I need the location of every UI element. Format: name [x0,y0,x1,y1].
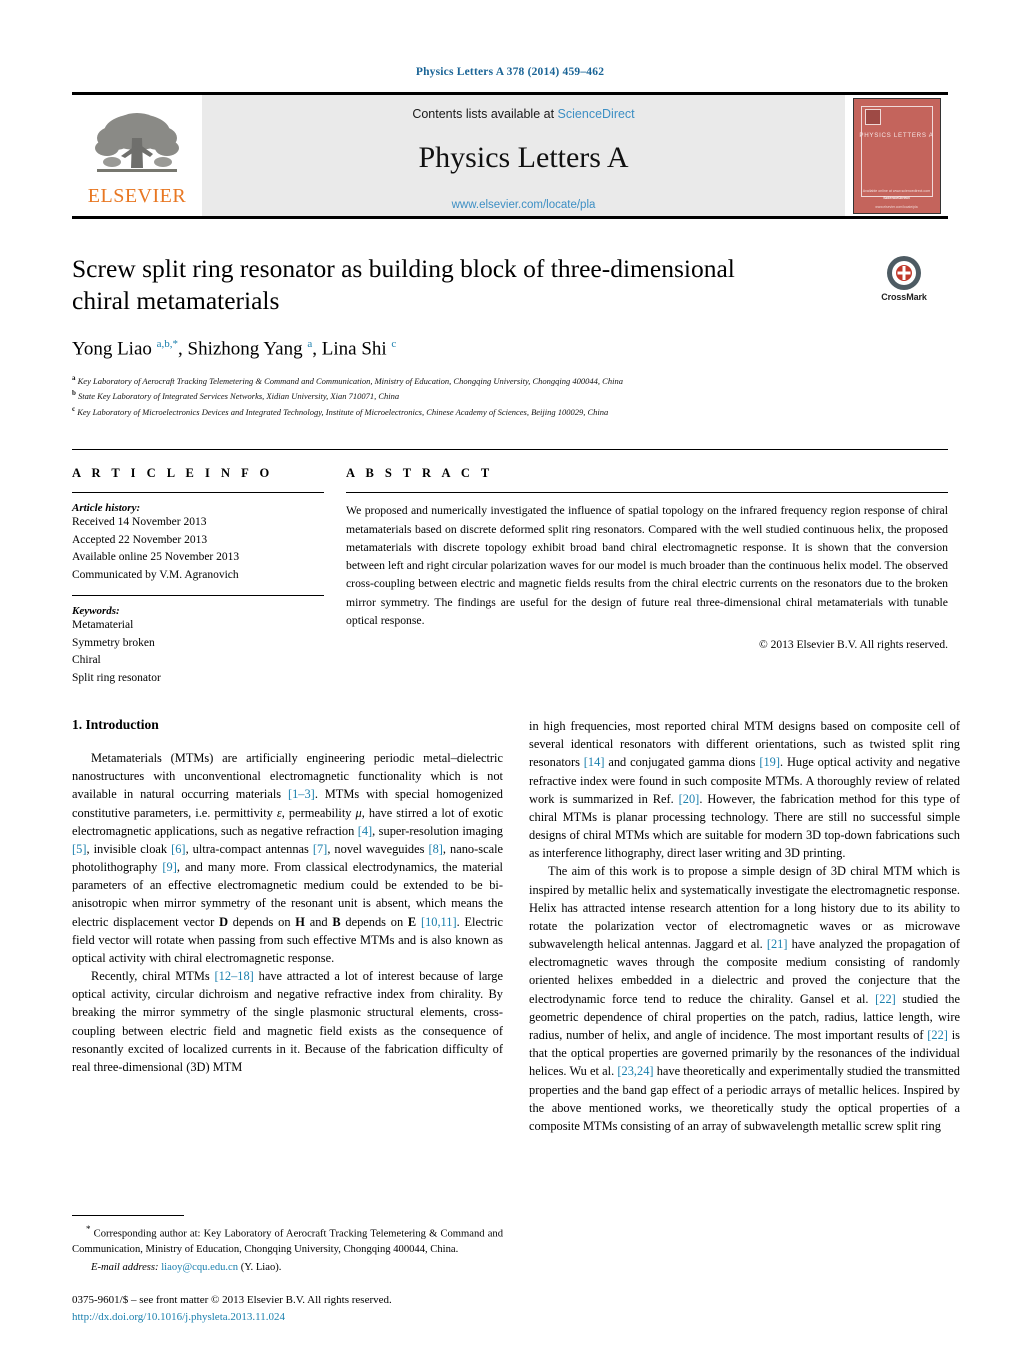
journal-masthead: ELSEVIER Contents lists available at Sci… [72,92,948,219]
keywords-label: Keywords: [72,605,120,618]
footnote-divider [72,1214,184,1216]
crossmark-icon [887,256,921,290]
keyword-item: Symmetry broken [72,636,155,649]
email-owner: (Y. Liao). [240,1262,282,1273]
affiliation-item: a Key Laboratory of Aerocraft Tracking T… [72,373,948,389]
elsevier-tree-icon [95,112,179,172]
keyword-item: Split ring resonator [72,671,161,684]
affiliation-mark: b [72,389,76,398]
paper-page: Physics Letters A 378 (2014) 459–462 ELS… [0,0,1020,1351]
email-note: E-mail address: liaoy@cqu.edu.cn (Y. Lia… [72,1262,503,1273]
cover-footer-small: Available online at www.sciencedirect.co… [862,188,931,193]
info-abstract-block: A R T I C L E I N F O Article history: R… [72,449,948,687]
crossmark-badge[interactable]: CrossMark [860,255,948,302]
history-item: Accepted 22 November 2013 [72,533,208,546]
journal-homepage-link[interactable]: www.elsevier.com/locate/pla [452,199,596,211]
page-title: Screw split ring resonator as building b… [72,254,735,315]
cover-journal-title: PHYSICS LETTERS A [859,131,934,139]
cover-badge-icon [864,108,881,125]
article-info-column: A R T I C L E I N F O Article history: R… [72,466,324,687]
affiliation-mark: a [72,373,76,382]
article-history-label: Article history: [72,502,141,515]
affiliation-text: Key Laboratory of Microelectronics Devic… [77,406,609,417]
history-item: Received 14 November 2013 [72,516,207,529]
affiliation-text: Key Laboratory of Aerocraft Tracking Tel… [77,375,623,386]
divider [72,492,324,494]
contents-prefix: Contents lists available at [412,107,555,121]
article-info-heading: A R T I C L E I N F O [72,466,274,481]
running-head: Physics Letters A 378 (2014) 459–462 [415,66,605,78]
corresponding-mark: * [86,1223,91,1234]
cover-bottom-bar: www.elsevier.com/locate/pla [875,204,918,209]
abstract-heading: A B S T R A C T [346,466,494,481]
cover-footer-brand: ScienceDirect [883,194,910,200]
email-label: E-mail address: [91,1262,159,1273]
body-column-left: 1. Introduction Metamaterials (MTMs) are… [72,717,503,1135]
journal-cover-thumbnail: PHYSICS LETTERS A Available online at ww… [845,95,948,216]
elsevier-logo: ELSEVIER [72,95,202,216]
affiliation-item: c Key Laboratory of Microelectronics Dev… [72,404,948,420]
title-area: Screw split ring resonator as building b… [72,253,948,419]
affiliation-item: b State Key Laboratory of Integrated Ser… [72,388,948,404]
affiliation-text: State Key Laboratory of Integrated Servi… [78,390,400,401]
cover-card: PHYSICS LETTERS A Available online at ww… [852,97,941,214]
history-item: Communicated by V.M. Agranovich [72,568,239,581]
issn-copyright-block: 0375-9601/$ – see front matter © 2013 El… [72,1292,532,1325]
corresponding-text: Corresponding author at: Key Laboratory … [72,1228,503,1256]
divider [72,595,324,597]
email-link[interactable]: liaoy@cqu.edu.cn [161,1262,238,1273]
crossmark-label: CrossMark [881,292,927,302]
body-paragraph: Metamaterials (MTMs) are artificially en… [72,751,504,965]
body-columns: 1. Introduction Metamaterials (MTMs) are… [72,717,960,1135]
divider [346,492,948,494]
abstract-copyright: © 2013 Elsevier B.V. All rights reserved… [759,639,948,652]
section-heading-introduction: 1. Introduction [72,717,159,733]
corresponding-author-note: * Corresponding author at: Key Laborator… [72,1223,503,1258]
history-item: Available online 25 November 2013 [72,551,240,564]
affiliation-mark: c [72,404,76,413]
body-column-right: in high frequencies, most reported chira… [529,717,960,1135]
issn-line: 0375-9601/$ – see front matter © 2013 El… [72,1294,392,1306]
footnote-block: * Corresponding author at: Key Laborator… [72,1214,503,1273]
affiliation-list: a Key Laboratory of Aerocraft Tracking T… [72,373,948,420]
body-paragraph: The aim of this work is to propose a sim… [529,864,960,1133]
sciencedirect-link[interactable]: ScienceDirect [558,107,635,121]
abstract-text: We proposed and numerically investigated… [346,504,948,627]
body-paragraph: in high frequencies, most reported chira… [529,719,960,861]
contents-available-line: Contents lists available at ScienceDirec… [412,107,634,121]
keyword-item: Metamaterial [72,619,134,632]
doi-link[interactable]: http://dx.doi.org/10.1016/j.physleta.201… [72,1309,532,1326]
keyword-item: Chiral [72,654,101,667]
masthead-center: Contents lists available at ScienceDirec… [202,95,845,216]
journal-title: Physics Letters A [418,141,629,174]
abstract-column: A B S T R A C T We proposed and numerica… [346,466,948,687]
author-list: Yong Liao a,b,*, Shizhong Yang a, Lina S… [72,338,397,360]
body-paragraph: Recently, chiral MTMs [12–18] have attra… [72,969,503,1074]
elsevier-wordmark: ELSEVIER [87,184,187,207]
